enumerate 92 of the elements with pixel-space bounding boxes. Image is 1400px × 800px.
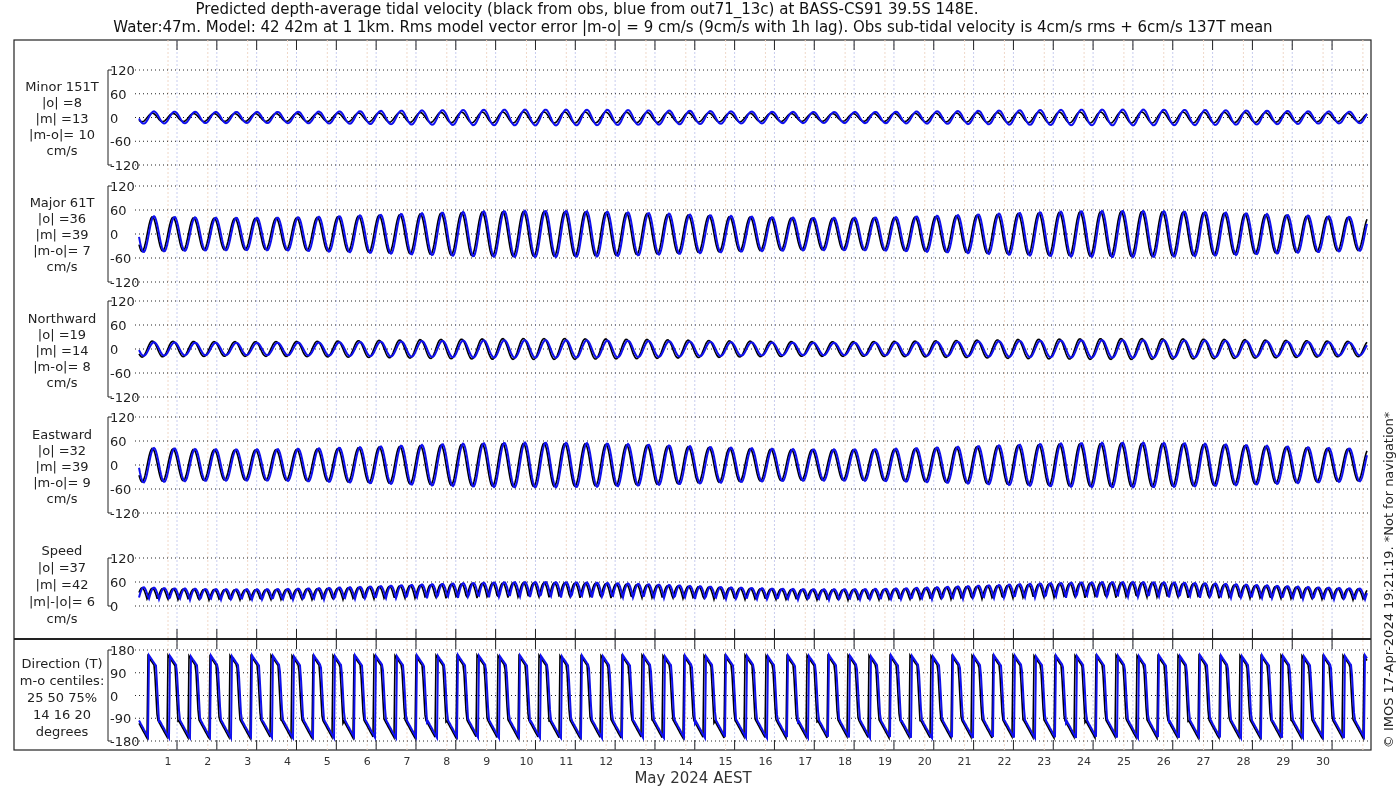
panel-label: Major 61T [29,195,95,210]
axis-tick-label: 0 [110,110,119,126]
panel-label: |o| =19 [37,327,87,342]
axis-tick-label: 2 [204,755,212,768]
axis-tick-label: 10 [519,755,534,768]
axis-tick-label: 17 [798,755,813,768]
panel-label: m-o centiles: [19,673,105,688]
panel-label: cm/s [46,375,78,390]
axis-tick-label: 60 [110,203,127,218]
panel-label: |o| =8 [42,95,82,110]
copyright-text: © IMOS 17-Apr-2024 19:21:19. *Not for navigation* [1381,411,1396,749]
chart-title: Predicted depth-average tidal velocity (black from obs, blue from out71_13c) at BASS-CS91 39.5S 148E. [195,0,979,18]
axis-tick-label: -60 [110,251,132,266]
panel-label: Northward [27,311,97,326]
axis-tick-label: 11 [559,755,574,768]
axis-tick-label: 0 [110,227,119,242]
panel-label: |m| =42 [35,577,89,592]
axis-tick-label: 4 [284,755,291,768]
axis-tick-label: 13 [638,755,653,768]
axis-tick-label: 120 [110,179,135,194]
panel-label: 14 16 20 [33,707,91,722]
axis-tick-label: 24 [1077,755,1092,768]
panel-label: cm/s [46,491,78,506]
axis-tick-label: 26 [1156,755,1171,768]
axis-tick-label: 6 [363,755,371,768]
axis-tick-label: -120 [110,275,140,290]
panel-label: |o| =36 [37,211,87,226]
axis-tick-label: -60 [110,134,132,150]
panel-label: cm/s [46,611,78,626]
axis-tick-label: 16 [758,755,773,768]
axis-tick-label: 19 [877,755,892,768]
panel-label: |m| =39 [35,459,89,474]
axis-tick-label: 3 [244,755,252,768]
axis-tick-label: -90 [110,711,132,727]
axis-tick-label: 90 [110,665,127,681]
axis-tick-label: 60 [110,318,127,333]
axis-tick-label: 60 [110,434,127,449]
axis-tick-label: -60 [110,482,132,497]
panel-label: |m-o|= 10 [29,127,95,142]
axis-tick-label: 14 [678,755,693,768]
axis-tick-label: 27 [1196,755,1211,768]
panel-label: |m-o|= 9 [33,475,91,490]
axis-tick-label: 60 [110,86,127,102]
panel-label: Minor 151T [25,79,99,94]
axis-tick-label: 60 [110,575,127,590]
axis-tick-label: -120 [110,390,140,405]
panel-label: |m|-|o|= 6 [28,594,96,609]
axis-tick-label: 28 [1236,755,1251,768]
panel-label: Speed [41,543,83,558]
panel-label: 25 50 75% [26,690,98,705]
axis-tick-label: 18 [838,755,853,768]
axis-tick-label: -60 [110,366,132,381]
axis-tick-label: 12 [599,755,614,768]
axis-tick-label: 0 [110,342,119,357]
axis-tick-label: 0 [110,688,119,704]
axis-tick-label: 1 [164,755,172,768]
axis-tick-label: -120 [110,506,140,521]
axis-tick-label: -120 [110,158,140,173]
axis-tick-label: 30 [1316,755,1331,768]
axis-tick-label: 0 [110,599,119,614]
panel-label: |m| =13 [35,111,89,126]
panel-label: |o| =32 [37,443,87,458]
axis-tick-label: 29 [1276,755,1291,768]
panel-label: |m-o|= 8 [33,359,91,374]
panel-label: cm/s [46,259,78,274]
panel-label: cm/s [46,143,78,158]
axis-tick-label: 15 [718,755,733,768]
axis-tick-label: 8 [443,755,451,768]
axis-tick-label: 22 [997,755,1012,768]
chart-title: Water:47m. Model: 42 42m at 1 1km. Rms model vector error |m-o| = 9 cm/s (9cm/s with 1h lag). Obs sub-tidal velocity is 4cm/s rms + 6cm/s 137T mean [113,18,1273,36]
panel-label: |m| =39 [35,227,89,242]
axis-tick-label: -180 [110,734,140,749]
panel-label: |m| =14 [35,343,89,358]
axis-tick-label: 21 [957,755,972,768]
panel-label: |o| =37 [37,560,87,575]
axis-tick-label: 7 [403,755,411,768]
axis-tick-label: 120 [110,551,135,566]
panel-label: degrees [35,724,89,739]
axis-tick-label: 120 [110,410,135,425]
axis-tick-label: 25 [1116,755,1131,768]
axis-tick-label: 5 [323,755,331,768]
panel-label: Direction (T) [21,656,103,671]
axis-tick-label: 180 [110,643,135,658]
axis-tick-label: 9 [483,755,491,768]
axis-tick-label: 120 [110,294,135,309]
axis-tick-label: 20 [917,755,932,768]
panel-label: Eastward [32,427,92,442]
axis-tick-label: 120 [110,63,135,78]
axis-tick-label: 23 [1037,755,1052,768]
axis-tick-label: 0 [110,458,119,473]
axis-title: May 2024 AEST [634,769,752,787]
panel-label: |m-o|= 7 [33,243,91,258]
